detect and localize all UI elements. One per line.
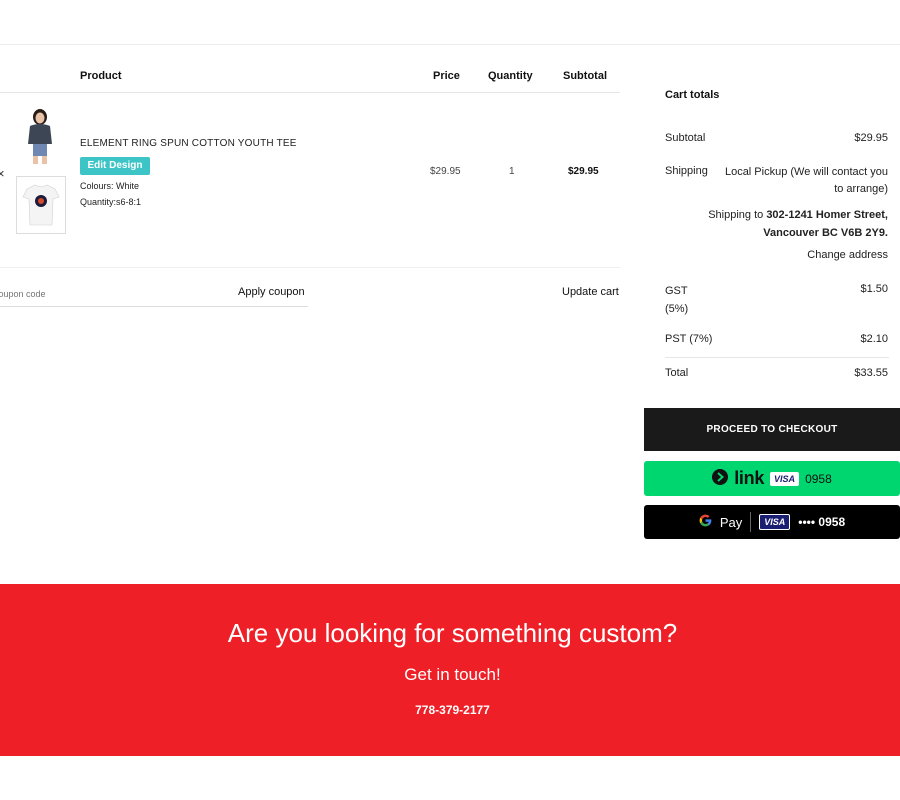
proceed-to-checkout-button[interactable]: PROCEED TO CHECKOUT (644, 408, 900, 451)
coupon-underline (0, 306, 308, 307)
shipping-address: 302-1241 Homer Street, Vancouver BC V6B … (763, 209, 888, 239)
total-value: $33.55 (854, 367, 888, 379)
apply-coupon-button[interactable]: Apply coupon (238, 286, 305, 298)
header-divider (0, 92, 620, 93)
product-design-image[interactable] (16, 176, 66, 234)
subtotal-value: $29.95 (854, 132, 888, 144)
row-divider (0, 267, 620, 268)
change-address-link[interactable]: Change address (807, 249, 888, 261)
remove-item-icon[interactable]: × (0, 166, 5, 181)
banner-title: Are you looking for something custom? (227, 618, 678, 648)
item-subtotal: $29.95 (568, 166, 599, 177)
product-colours: Colours: White (80, 181, 140, 191)
item-price: $29.95 (430, 166, 461, 177)
total-label: Total (665, 367, 689, 379)
gpay-card-number: •••• 0958 (798, 515, 846, 529)
item-quantity[interactable]: 1 (509, 166, 515, 177)
shipping-to-prefix: Shipping to (708, 209, 767, 221)
visa-icon: VISA (770, 471, 800, 486)
col-header-subtotal: Subtotal (563, 70, 607, 82)
subtotal-label: Subtotal (665, 132, 706, 144)
pst-label: PST (7%) (665, 333, 713, 345)
product-model-image[interactable] (16, 108, 64, 166)
col-header-quantity: Quantity (488, 70, 533, 82)
top-divider (0, 44, 900, 45)
phone-link[interactable]: 778-379-2177 (0, 703, 900, 717)
google-g-icon (699, 514, 712, 530)
gpay-label: Pay (719, 514, 743, 530)
gst-value: $1.50 (860, 283, 888, 295)
shipping-label: Shipping (665, 165, 708, 177)
gst-label: GST (5%) (665, 285, 689, 315)
link-pay-button[interactable]: link VISA 0958 (644, 461, 900, 496)
link-arrow-icon (712, 469, 729, 488)
pst-value: $2.10 (860, 333, 888, 345)
google-pay-button[interactable]: Pay VISA •••• 0958 (644, 505, 900, 539)
gpay-divider (750, 512, 752, 532)
visa-icon: VISA (759, 514, 791, 530)
col-header-product: Product (80, 70, 122, 82)
totals-divider (665, 357, 889, 358)
product-quantity-detail: Quantity:s6-8:1 (80, 197, 142, 207)
link-card-number: 0958 (805, 471, 832, 486)
link-wordmark: link (734, 468, 765, 488)
update-cart-button[interactable]: Update cart (562, 286, 619, 298)
shipping-destination: Shipping to 302-1241 Homer Street, Vanco… (698, 206, 888, 242)
banner-subtitle: Get in touch! (404, 665, 501, 684)
edit-design-button[interactable]: Edit Design (80, 157, 150, 175)
cart-totals-title: Cart totals (665, 89, 720, 101)
col-header-price: Price (433, 70, 460, 82)
product-name[interactable]: ELEMENT RING SPUN COTTON YOUTH TEE (80, 138, 297, 149)
shipping-method[interactable]: Local Pickup (We will contact you to arr… (716, 164, 888, 198)
